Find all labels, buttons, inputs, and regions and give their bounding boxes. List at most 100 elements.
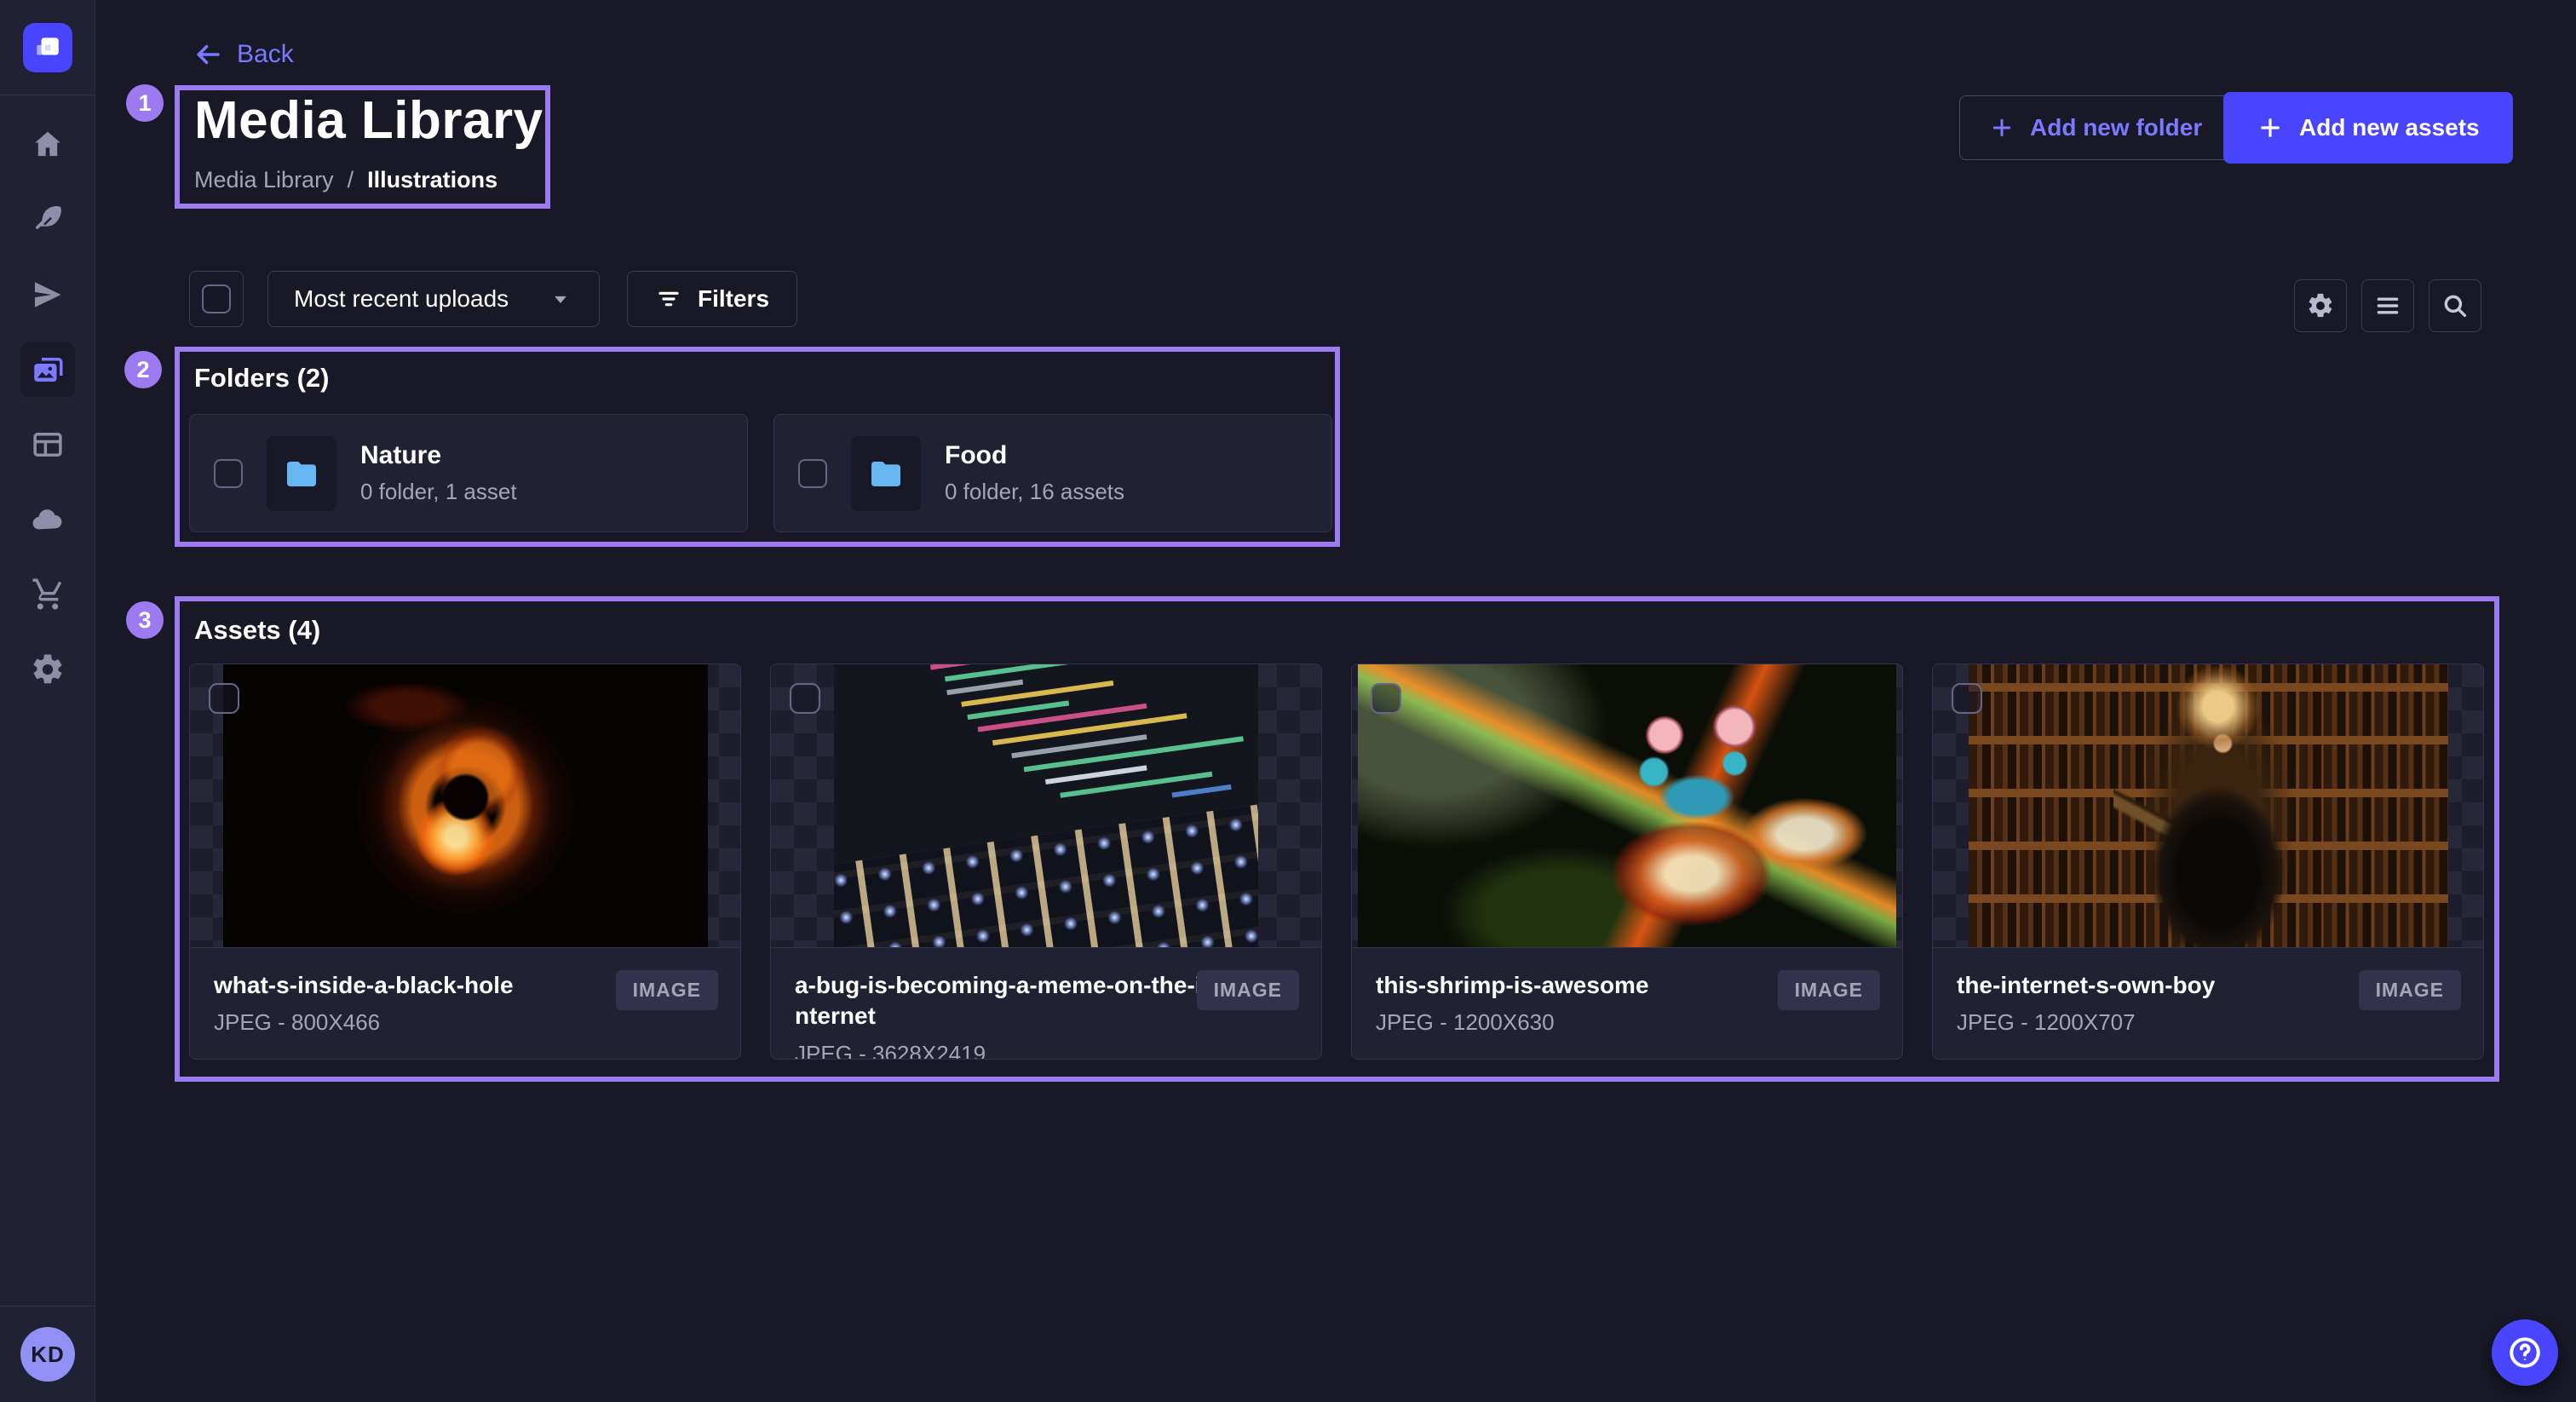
asset-checkbox[interactable] xyxy=(1371,683,1401,714)
cloud-icon xyxy=(30,502,66,537)
add-new-folder-button[interactable]: Add new folder xyxy=(1959,95,2232,160)
back-label: Back xyxy=(237,40,294,69)
add-new-assets-button[interactable]: Add new assets xyxy=(2223,92,2513,164)
feather-icon xyxy=(30,202,66,238)
filter-icon xyxy=(655,285,682,313)
asset-thumbnail xyxy=(771,664,1321,947)
sidebar-item-content[interactable] xyxy=(20,192,75,247)
sidebar-nav xyxy=(0,95,95,697)
breadcrumb-separator: / xyxy=(348,167,354,193)
asset-title: the-internet-s-own-boy xyxy=(1957,970,2364,1001)
asset-checkbox[interactable] xyxy=(1952,683,1982,714)
layout-icon xyxy=(30,427,66,463)
asset-checkbox[interactable] xyxy=(209,683,239,714)
search-button[interactable] xyxy=(2429,279,2481,332)
asset-card-shrimp[interactable]: this-shrimp-is-awesome JPEG - 1200X630 I… xyxy=(1351,664,1903,1060)
sidebar-item-settings[interactable] xyxy=(20,642,75,697)
gear-icon xyxy=(30,652,66,687)
folder-texts: Food 0 folder, 16 assets xyxy=(945,441,1124,505)
annotation-marker-3: 3 xyxy=(126,601,164,639)
library-portrait-image xyxy=(1969,664,2448,947)
asset-checkbox[interactable] xyxy=(790,683,820,714)
asset-card-black-hole[interactable]: what-s-inside-a-black-hole JPEG - 800X46… xyxy=(189,664,741,1060)
sidebar-item-deploy[interactable] xyxy=(20,492,75,547)
paper-plane-icon xyxy=(30,277,66,313)
add-new-assets-label: Add new assets xyxy=(2299,114,2480,141)
folder-card-food[interactable]: Food 0 folder, 16 assets xyxy=(773,414,1332,532)
strapi-logo-icon xyxy=(33,33,62,62)
asset-meta: JPEG - 1200X707 xyxy=(1957,1009,2459,1036)
asset-type-badge: IMAGE xyxy=(1197,970,1299,1010)
folder-texts: Nature 0 folder, 1 asset xyxy=(360,441,517,505)
sidebar-divider xyxy=(0,1306,95,1307)
asset-meta: JPEG - 1200X630 xyxy=(1376,1009,1878,1036)
select-all-checkbox-button[interactable] xyxy=(189,271,244,327)
asset-info: the-internet-s-own-boy JPEG - 1200X707 I… xyxy=(1933,947,2483,1060)
user-avatar[interactable]: KD xyxy=(20,1327,75,1382)
caret-down-icon xyxy=(548,286,573,312)
sidebar-item-content-type-builder[interactable] xyxy=(20,417,75,472)
laptop-code-image xyxy=(834,664,1258,947)
help-button[interactable] xyxy=(2492,1319,2558,1386)
breadcrumb-parent[interactable]: Media Library xyxy=(194,167,334,193)
back-link[interactable]: Back xyxy=(193,39,294,70)
asset-type-badge: IMAGE xyxy=(1778,970,1880,1010)
asset-type-badge: IMAGE xyxy=(2359,970,2461,1010)
asset-card-bug-meme[interactable]: a-bug-is-becoming-a-meme-on-the-internet… xyxy=(770,664,1322,1060)
page-title: Media Library xyxy=(194,90,543,151)
asset-info: what-s-inside-a-black-hole JPEG - 800X46… xyxy=(190,947,740,1060)
filters-label: Filters xyxy=(698,285,769,313)
folder-checkbox[interactable] xyxy=(214,459,243,488)
select-all-checkbox[interactable] xyxy=(202,284,231,313)
annotation-marker-1: 1 xyxy=(126,84,164,122)
asset-type-badge: IMAGE xyxy=(616,970,718,1010)
filters-button[interactable]: Filters xyxy=(627,271,797,327)
sidebar-item-home[interactable] xyxy=(20,118,75,172)
folder-name: Nature xyxy=(360,441,517,470)
folder-checkbox[interactable] xyxy=(798,459,827,488)
sidebar: KD xyxy=(0,0,95,1402)
assets-heading: Assets (4) xyxy=(194,615,320,646)
asset-info: a-bug-is-becoming-a-meme-on-the-internet… xyxy=(771,947,1321,1060)
plus-icon xyxy=(1989,115,2015,141)
asset-info: this-shrimp-is-awesome JPEG - 1200X630 I… xyxy=(1352,947,1902,1060)
breadcrumb-current: Illustrations xyxy=(367,167,497,193)
asset-title: this-shrimp-is-awesome xyxy=(1376,970,1783,1001)
gear-icon xyxy=(2306,291,2335,320)
breadcrumb: Media Library / Illustrations xyxy=(194,167,497,193)
add-new-folder-label: Add new folder xyxy=(2030,114,2202,141)
asset-title: a-bug-is-becoming-a-meme-on-the-internet xyxy=(795,970,1202,1032)
strapi-logo[interactable] xyxy=(23,23,72,72)
home-icon xyxy=(30,127,66,163)
asset-card-internets-own-boy[interactable]: the-internet-s-own-boy JPEG - 1200X707 I… xyxy=(1932,664,2484,1060)
sidebar-item-media-library[interactable] xyxy=(20,342,75,397)
asset-thumbnail xyxy=(1933,664,2483,947)
question-mark-icon xyxy=(2507,1335,2543,1370)
folder-meta: 0 folder, 1 asset xyxy=(360,479,517,505)
annotation-marker-2: 2 xyxy=(124,351,162,388)
mantis-shrimp-image xyxy=(1358,664,1896,947)
list-view-button[interactable] xyxy=(2361,279,2414,332)
search-icon xyxy=(2441,291,2470,320)
folder-icon xyxy=(865,453,906,494)
media-library-icon xyxy=(30,352,66,388)
arrow-left-icon xyxy=(193,39,223,70)
folder-card-nature[interactable]: Nature 0 folder, 1 asset xyxy=(189,414,748,532)
app-root: KD Back Media Library Media Library / Il… xyxy=(0,0,2576,1402)
asset-meta: JPEG - 800X466 xyxy=(214,1009,716,1036)
sort-value: Most recent uploads xyxy=(294,285,509,313)
logo-section xyxy=(0,0,95,95)
folder-icon-box xyxy=(267,436,336,511)
black-hole-image xyxy=(223,664,708,947)
folder-meta: 0 folder, 16 assets xyxy=(945,479,1124,505)
asset-title: what-s-inside-a-black-hole xyxy=(214,970,621,1001)
folder-icon-box xyxy=(851,436,921,511)
list-icon xyxy=(2373,291,2402,320)
sort-dropdown[interactable]: Most recent uploads xyxy=(267,271,600,327)
sidebar-item-marketplace[interactable] xyxy=(20,567,75,622)
cart-icon xyxy=(30,577,66,612)
asset-thumbnail xyxy=(1352,664,1902,947)
asset-meta: JPEG - 3628X2419 xyxy=(795,1041,1297,1060)
sidebar-item-releases[interactable] xyxy=(20,267,75,322)
view-settings-button[interactable] xyxy=(2294,279,2347,332)
